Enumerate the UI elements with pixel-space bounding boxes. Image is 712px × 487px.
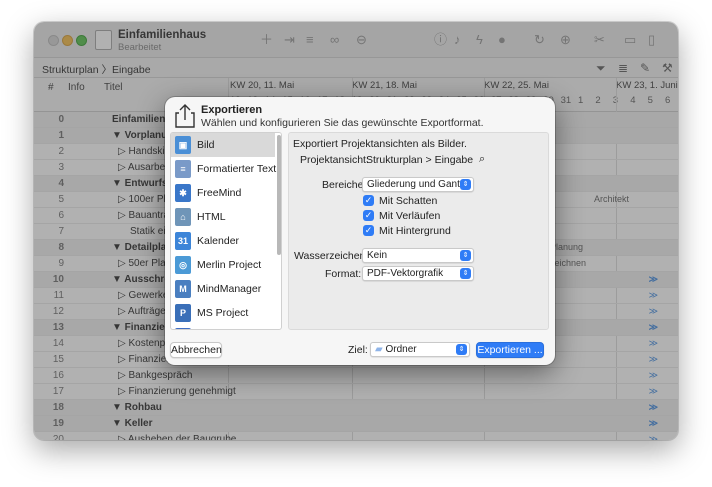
- format-item-mindmanager[interactable]: M MindManager: [171, 277, 275, 301]
- format-select[interactable]: PDF-Vektorgrafik ⇕: [362, 266, 474, 281]
- folder-icon: ▰: [375, 344, 386, 355]
- checkbox-verlaeufe-label: Mit Verläufen: [379, 210, 441, 222]
- format-item-bild[interactable]: ▣ Bild: [171, 133, 275, 157]
- format-item-label: Bild: [197, 139, 215, 151]
- ms-project-icon: P: [175, 304, 191, 322]
- format-select-value: PDF-Vektorgrafik: [367, 268, 444, 279]
- checkbox-schatten-label: Mit Schatten: [379, 195, 438, 207]
- mindmanager-icon: M: [175, 280, 191, 298]
- checkbox-verlaeufe[interactable]: ✓: [363, 210, 374, 221]
- options-panel: Exportiert Projektansichten als Bilder. …: [288, 132, 549, 330]
- format-item-merlin-project[interactable]: ◎ Merlin Project: [171, 253, 275, 277]
- share-icon: [175, 104, 195, 128]
- chevron-updown-icon: ⇕: [460, 250, 471, 261]
- format-item-freemind[interactable]: ✱ FreeMind: [171, 181, 275, 205]
- format-item-formatierter-text[interactable]: ≡ Formatierter Text: [171, 157, 277, 181]
- cancel-button[interactable]: Abbrechen: [170, 342, 222, 358]
- html-icon: ⌂: [175, 208, 191, 226]
- kalender-icon: 31: [175, 232, 191, 250]
- export-button[interactable]: Exportieren ...: [476, 342, 544, 358]
- checkbox-hintergrund-label: Mit Hintergrund: [379, 225, 451, 237]
- list-scrollbar[interactable]: [277, 135, 281, 255]
- checkbox-hintergrund[interactable]: ✓: [363, 225, 374, 236]
- wasserzeichen-label: Wasserzeichen:: [294, 250, 369, 262]
- format-item-label: Formatierter Text: [197, 163, 277, 175]
- merlin-project-icon: ◎: [175, 256, 191, 274]
- checkbox-schatten[interactable]: ✓: [363, 195, 374, 206]
- ziel-select-value: Ordner: [385, 344, 417, 355]
- format-label: Format:: [325, 268, 362, 280]
- format-item-label: HTML: [197, 211, 226, 223]
- formatierter-text-icon: ≡: [175, 160, 191, 178]
- bereiche-select[interactable]: Gliederung und Gantt ⇕: [362, 177, 474, 192]
- format-item-kalender[interactable]: 31 Kalender: [171, 229, 275, 253]
- freemind-icon: ✱: [175, 184, 191, 202]
- format-item-label: MS Project: [197, 307, 249, 319]
- bild-icon: ▣: [175, 136, 191, 154]
- projektansicht-value: Strukturplan > Eingabe: [366, 154, 474, 166]
- format-item-label: FreeMind: [197, 187, 242, 199]
- format-list[interactable]: NNovaMind P MS Project M MindManager ◎ Merlin …: [170, 132, 282, 330]
- dialog-title: Exportieren: [201, 104, 263, 116]
- chevron-updown-icon: ⇕: [456, 344, 467, 355]
- format-item-label: Kalender: [197, 235, 240, 247]
- format-item-label: MindManager: [197, 283, 262, 295]
- ziel-label: Ziel:: [348, 344, 368, 356]
- bereiche-select-value: Gliederung und Gantt: [367, 179, 463, 190]
- format-item-html[interactable]: ⌂ HTML: [171, 205, 275, 229]
- novamind-icon: N: [175, 328, 191, 329]
- chevron-updown-icon: ⇕: [460, 268, 471, 279]
- format-item-novamind[interactable]: NNovaMind: [171, 325, 275, 329]
- dialog-subtitle: Wählen und konfigurieren Sie das gewünsc…: [201, 117, 484, 129]
- bereiche-label: Bereiche:: [322, 179, 367, 191]
- wasserzeichen-select-value: Kein: [367, 250, 388, 261]
- export-dialog: Exportieren Wählen und konfigurieren Sie…: [165, 97, 555, 365]
- format-item-ms-project[interactable]: P MS Project: [171, 301, 275, 325]
- format-item-label: Merlin Project: [197, 259, 262, 271]
- search-icon[interactable]: ⌕: [479, 153, 485, 166]
- projektansicht-label: Projektansicht:: [300, 154, 369, 166]
- chevron-updown-icon: ⇕: [460, 179, 471, 190]
- export-description: Exportiert Projektansichten als Bilder.: [293, 138, 467, 150]
- wasserzeichen-select[interactable]: Kein ⇕: [362, 248, 474, 263]
- ziel-select[interactable]: ▰ Ordner ⇕: [370, 342, 470, 357]
